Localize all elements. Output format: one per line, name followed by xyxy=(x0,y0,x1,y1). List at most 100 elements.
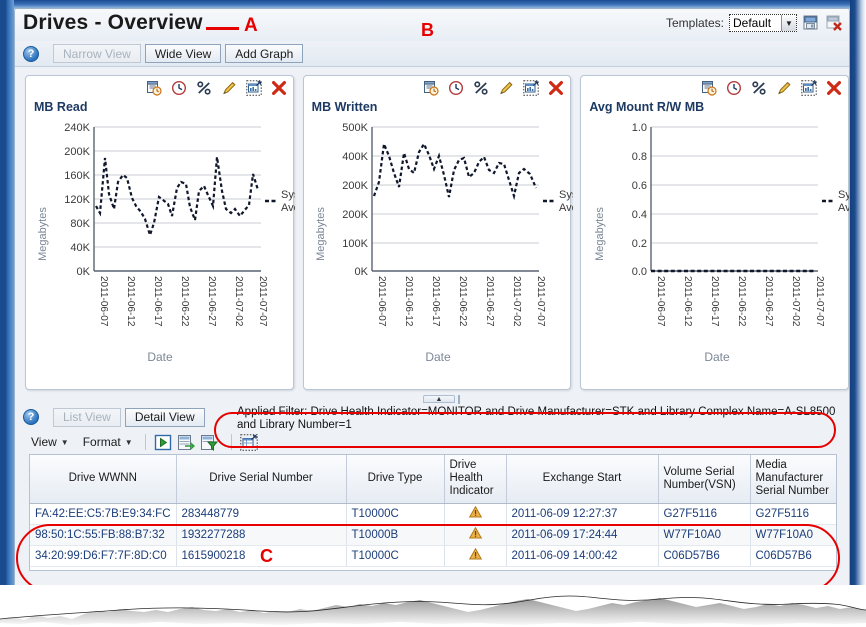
col-exchange-start[interactable]: Exchange Start xyxy=(506,455,659,504)
time-range-icon[interactable] xyxy=(448,80,464,96)
toolbar-divider xyxy=(144,434,146,450)
run-query-icon[interactable] xyxy=(154,434,172,451)
cell-drive-wwnn: FA:42:EE:C5:7B:E9:34:FC xyxy=(30,503,177,525)
svg-text:2011-07-02: 2011-07-02 xyxy=(511,276,522,327)
svg-text:2011-06-12: 2011-06-12 xyxy=(125,276,136,327)
close-x-icon[interactable] xyxy=(548,80,564,96)
svg-text:Date: Date xyxy=(147,350,173,364)
col-drive-wwnn[interactable]: Drive WWNN xyxy=(30,455,177,504)
splitter-handle[interactable] xyxy=(458,395,460,404)
col-drive-health-indicator[interactable]: Drive Health Indicator xyxy=(444,455,507,504)
edit-pencil-icon[interactable] xyxy=(221,80,237,96)
drives-grid: Drive WWNN Drive Serial Number Drive Typ… xyxy=(30,455,836,567)
edit-pencil-icon[interactable] xyxy=(776,80,792,96)
cell-drive-health-indicator xyxy=(444,524,507,546)
svg-text:2011-07-07: 2011-07-07 xyxy=(535,276,546,327)
tab-list-view[interactable]: List View xyxy=(53,407,121,427)
svg-text:80K: 80K xyxy=(70,218,90,230)
schedule-report-icon[interactable] xyxy=(701,80,717,96)
close-x-icon[interactable] xyxy=(271,80,287,96)
percent-icon[interactable] xyxy=(751,80,767,96)
cell-drive-wwnn: 98:50:1C:55:FB:88:B7:32 xyxy=(30,524,177,546)
svg-text:System: System xyxy=(281,189,295,201)
svg-text:2011-07-07: 2011-07-07 xyxy=(257,276,268,327)
percent-icon[interactable] xyxy=(196,80,212,96)
delete-template-icon[interactable] xyxy=(825,14,843,32)
tab-detail-view[interactable]: Detail View xyxy=(124,407,205,427)
col-drive-type[interactable]: Drive Type xyxy=(346,455,445,504)
svg-text:System: System xyxy=(559,189,573,201)
cell-volume-serial-number: G27F5116 xyxy=(658,503,751,525)
window-right-chrome xyxy=(850,0,866,612)
screenshot-root: Drives - Overview A Templates: Default ▼ xyxy=(0,0,866,627)
svg-text:200K: 200K xyxy=(342,209,368,221)
svg-text:0.4: 0.4 xyxy=(632,209,647,221)
col-drive-serial-number[interactable]: Drive Serial Number xyxy=(176,455,347,504)
chart-plot-avg-mount: Megabytes 1.0 0.8 0.6 0.4 0.2 0.0 S A 20… xyxy=(581,116,849,386)
svg-text:40K: 40K xyxy=(70,242,90,254)
cell-media-manufacturer-serial-number: W77F10A0 xyxy=(750,524,836,546)
cell-volume-serial-number: C06D57B6 xyxy=(658,545,751,567)
chart-plot-mb-written: Megabytes 500K 400K 200K 200K 100K 0K Sy… xyxy=(304,116,600,386)
table-row[interactable]: FA:42:EE:C5:7B:E9:34:FC 283448779 T10000… xyxy=(30,503,836,525)
collapse-panel-arrow-icon[interactable]: ▲ xyxy=(423,395,455,403)
cell-drive-type: T10000B xyxy=(346,524,445,546)
cell-exchange-start: 2011-06-09 14:00:42 xyxy=(506,545,659,567)
svg-text:0.0: 0.0 xyxy=(632,266,647,278)
export-chart-icon[interactable] xyxy=(523,80,540,96)
help-icon[interactable]: ? xyxy=(23,45,39,62)
svg-text:2011-06-27: 2011-06-27 xyxy=(484,276,495,327)
save-template-icon[interactable] xyxy=(802,14,820,32)
templates-dropdown[interactable]: Default ▼ xyxy=(729,14,797,32)
drives-table: Drive WWNN Drive Serial Number Drive Typ… xyxy=(29,454,837,571)
page-title: Drives - Overview xyxy=(23,11,203,34)
svg-text:2011-06-17: 2011-06-17 xyxy=(709,276,720,327)
svg-text:2011-07-02: 2011-07-02 xyxy=(233,276,244,327)
table-row[interactable]: 34:20:99:D6:F7:7F:8D:C0 1615900218 T1000… xyxy=(30,545,836,567)
chart-toolbar xyxy=(701,80,842,96)
svg-text:Average: Average xyxy=(281,202,295,214)
panel-splitter[interactable]: ▲ xyxy=(15,395,849,404)
templates-label: Templates: xyxy=(665,16,724,30)
svg-text:2011-06-07: 2011-06-07 xyxy=(655,276,666,327)
export-to-excel-icon[interactable] xyxy=(177,434,195,451)
chevron-down-icon: ▼ xyxy=(124,437,133,447)
narrow-view-button[interactable]: Narrow View xyxy=(53,44,141,63)
col-volume-serial-number[interactable]: Volume Serial Number(VSN) xyxy=(658,455,751,504)
svg-text:0.8: 0.8 xyxy=(632,151,647,163)
schedule-report-icon[interactable] xyxy=(423,80,439,96)
table-header-row: Drive WWNN Drive Serial Number Drive Typ… xyxy=(30,455,836,504)
format-menu[interactable]: Format ▼ xyxy=(83,435,133,449)
callout-label-b: B xyxy=(421,20,434,40)
svg-text:2011-07-02: 2011-07-02 xyxy=(790,276,801,327)
table-row[interactable]: 98:50:1C:55:FB:88:B7:32 1932277288 T1000… xyxy=(30,524,836,546)
svg-text:2011-06-12: 2011-06-12 xyxy=(682,276,693,327)
chevron-down-icon: ▼ xyxy=(781,15,796,31)
percent-icon[interactable] xyxy=(473,80,489,96)
filter-icon[interactable] xyxy=(200,434,218,451)
col-media-manufacturer-serial-number[interactable]: Media Manufacturer Serial Number xyxy=(750,455,836,504)
svg-text:Average: Average xyxy=(559,202,573,214)
chart-toolbar xyxy=(146,80,287,96)
chart-card-avg-mount-rw-mb: Avg Mount R/W MB Megabytes 1.0 0.8 0.6 0… xyxy=(580,75,849,390)
export-chart-icon[interactable] xyxy=(801,80,817,96)
close-x-icon[interactable] xyxy=(826,80,842,96)
svg-text:200K: 200K xyxy=(342,180,368,192)
application-panel: Drives - Overview A Templates: Default ▼ xyxy=(14,8,850,607)
view-menu[interactable]: View ▼ xyxy=(31,435,69,449)
schedule-report-icon[interactable] xyxy=(146,80,162,96)
warning-icon xyxy=(468,547,482,560)
time-range-icon[interactable] xyxy=(726,80,742,96)
time-range-icon[interactable] xyxy=(171,80,187,96)
cell-drive-wwnn: 34:20:99:D6:F7:7F:8D:C0 xyxy=(30,545,177,567)
applied-filter-text: Applied Filter: Drive Health Indicator=M… xyxy=(237,406,836,431)
svg-text:Megabytes: Megabytes xyxy=(37,207,49,261)
detach-table-icon[interactable] xyxy=(239,433,258,451)
chart-plot-mb-read: Megabytes 240K 200K 160K 120K 80K 40K 0K xyxy=(26,116,322,386)
wide-view-button[interactable]: Wide View xyxy=(144,44,222,63)
add-graph-button[interactable]: Add Graph xyxy=(225,44,304,63)
help-icon[interactable]: ? xyxy=(23,409,39,425)
export-chart-icon[interactable] xyxy=(245,80,262,96)
svg-text:Megabytes: Megabytes xyxy=(594,207,606,261)
edit-pencil-icon[interactable] xyxy=(498,80,514,96)
